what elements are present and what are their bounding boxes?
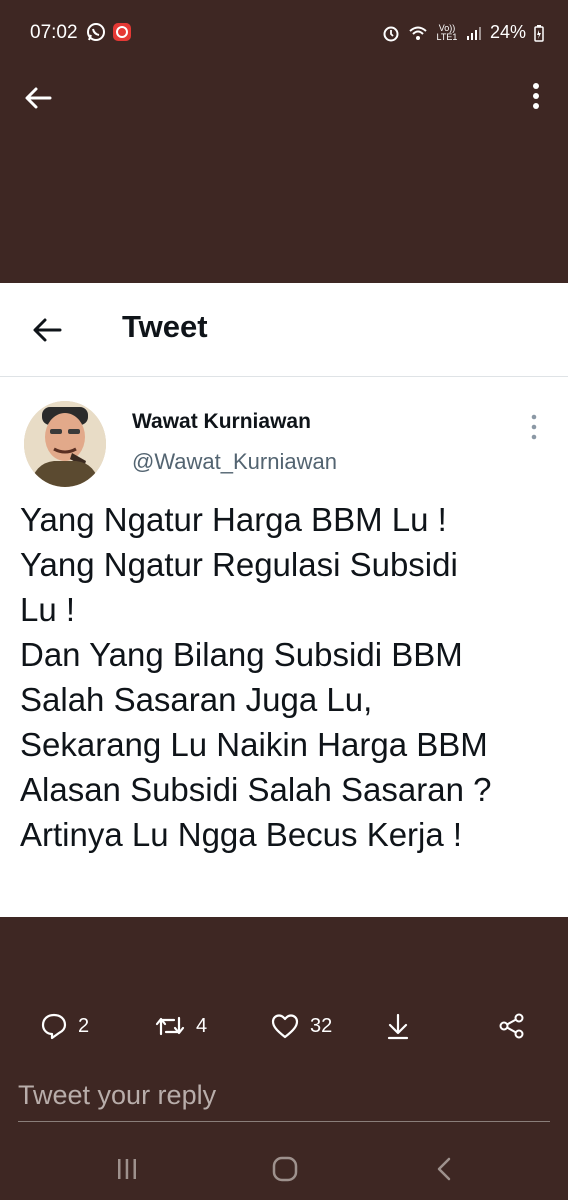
reply-placeholder: Tweet your reply — [18, 1080, 217, 1110]
back-nav-icon[interactable] — [430, 1154, 460, 1184]
tweet-text-line: Salah Sasaran Juga Lu, — [20, 681, 373, 718]
network-badge: Vo)) LTE1 — [436, 22, 458, 42]
tweet-text-line: Dan Yang Bilang Subsidi BBM — [20, 636, 463, 673]
recent-apps-icon[interactable] — [112, 1154, 142, 1184]
battery-percent: 24% — [489, 22, 526, 42]
whatsapp-icon — [87, 23, 105, 41]
author-handle[interactable]: @Wawat_Kurniawan — [132, 449, 337, 475]
retweet-icon — [155, 1016, 185, 1036]
reply-count: 2 — [78, 1014, 90, 1037]
arrow-left-icon[interactable] — [22, 82, 54, 114]
more-vertical-icon[interactable] — [528, 413, 540, 441]
reply-input[interactable]: Tweet your reply — [18, 1074, 550, 1122]
share-icon — [499, 1013, 524, 1039]
heart-icon — [271, 1014, 299, 1039]
tweet-text-line: Artinya Lu Ngga Becus Kerja ! — [20, 816, 463, 853]
reply-button[interactable]: 2 — [40, 1012, 89, 1040]
more-vertical-icon[interactable] — [528, 80, 544, 112]
home-icon[interactable] — [270, 1154, 300, 1184]
status-right-group: Vo)) LTE1 24% — [382, 22, 544, 43]
tweet-text-line: Sekarang Lu Naikin Harga BBM — [20, 726, 488, 763]
status-time: 07:02 — [30, 22, 78, 43]
arrow-left-icon[interactable] — [30, 313, 64, 347]
like-button[interactable]: 32 — [270, 1012, 332, 1040]
app-notification-icon — [113, 23, 131, 41]
system-nav-bar — [0, 1140, 568, 1200]
share-button[interactable] — [498, 1012, 526, 1040]
tweet-header: Tweet — [0, 283, 568, 377]
retweet-count: 4 — [196, 1014, 208, 1037]
action-bar: 2 4 32 — [0, 1004, 568, 1048]
top-toolbar — [0, 72, 568, 120]
notification-icons — [86, 22, 132, 42]
avatar[interactable] — [24, 401, 106, 487]
bookmark-button[interactable] — [384, 1012, 412, 1042]
tweet-text-line: Yang Ngatur Harga BBM Lu ! — [20, 501, 447, 538]
retweet-button[interactable]: 4 — [154, 1012, 207, 1040]
alarm-icon — [383, 26, 399, 41]
like-count: 32 — [310, 1014, 333, 1037]
download-arrow-icon — [387, 1013, 409, 1040]
comment-icon — [41, 1013, 67, 1040]
tweet-text-line: Yang Ngatur Regulasi Subsidi — [20, 546, 458, 583]
avatar-image — [24, 401, 106, 487]
tweet-text: Yang Ngatur Harga BBM Lu ! Yang Ngatur R… — [20, 497, 560, 857]
tweet-text-line: Alasan Subsidi Salah Sasaran ? — [20, 771, 492, 808]
wifi-icon — [409, 26, 427, 40]
tweet-text-line: Lu ! — [20, 591, 76, 628]
author-name[interactable]: Wawat Kurniawan — [132, 410, 311, 434]
status-bar: 07:02 Vo)) LTE1 24% — [0, 0, 568, 68]
battery-charging-icon — [534, 24, 544, 42]
tweet-screenshot-card: Tweet Wawat Kurniawan @Wawat_Kurniawan Y… — [0, 283, 568, 917]
page-title: Tweet — [122, 309, 208, 344]
signal-icon — [466, 26, 481, 40]
